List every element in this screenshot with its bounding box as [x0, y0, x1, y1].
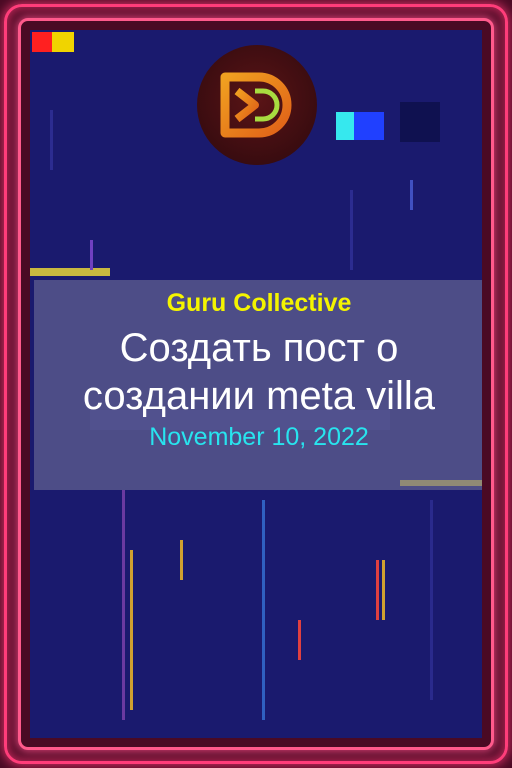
info-panel: Guru Collective Создать пост о создании … — [34, 280, 482, 490]
glitch-streak — [50, 110, 53, 170]
glitch-streak — [262, 500, 265, 720]
glitch-streak — [90, 240, 93, 270]
glitch-streak — [430, 500, 433, 700]
glitch-streak — [122, 490, 125, 720]
glitch-streak — [382, 560, 385, 620]
glitch-streak — [376, 560, 379, 620]
nft-card: Guru Collective Создать пост о создании … — [0, 0, 512, 768]
post-date: November 10, 2022 — [149, 423, 369, 451]
glitch-streak — [130, 550, 133, 710]
glitch-streak — [298, 620, 301, 660]
brand-name: Guru Collective — [166, 289, 352, 317]
glitch-block — [32, 32, 52, 52]
glitch-streak — [350, 190, 353, 270]
glitch-block — [336, 112, 354, 140]
glitch-streak — [180, 540, 183, 580]
brand-logo — [197, 45, 317, 165]
glitch-block — [30, 268, 110, 276]
glitch-block — [52, 32, 74, 52]
guru-collective-logo-icon — [220, 72, 292, 138]
glitch-block — [354, 112, 384, 140]
glitch-artwork: Guru Collective Создать пост о создании … — [30, 30, 482, 738]
post-title: Создать пост о создании meta villa — [82, 326, 436, 418]
glitch-block — [400, 102, 440, 142]
glitch-streak — [410, 180, 413, 210]
